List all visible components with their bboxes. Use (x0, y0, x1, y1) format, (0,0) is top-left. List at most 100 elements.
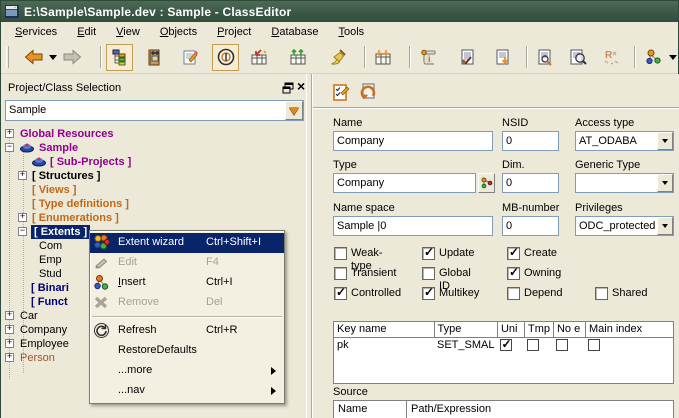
forward-arrow-button[interactable] (59, 44, 86, 71)
class-properties-panel: Name NSID Access type AT_ODABA Type Dim.… (312, 74, 679, 418)
tmp-checkbox[interactable] (527, 339, 539, 351)
project-icon (32, 156, 46, 167)
check-document-button[interactable] (454, 44, 481, 71)
object-balls-dropdown[interactable] (667, 44, 678, 71)
menu-view[interactable]: View (106, 24, 150, 40)
generic-type-combo[interactable] (575, 173, 674, 193)
tree-view-icon (111, 49, 128, 66)
mb-number-field[interactable] (502, 216, 559, 236)
edit-document-icon (182, 49, 199, 66)
menu-item-insert[interactable]: Insert Ctrl+I (90, 273, 284, 293)
type-field[interactable] (333, 173, 476, 193)
menu-project[interactable]: Project (207, 24, 261, 40)
float-panel-icon[interactable] (282, 82, 294, 94)
menu-item-restore-defaults[interactable]: RestoreDefaults (90, 341, 284, 361)
tree-expander[interactable] (5, 129, 14, 138)
class-editor-mode-button[interactable] (212, 44, 239, 71)
menu-item-remove[interactable]: Remove Del (90, 293, 284, 313)
back-arrow-button[interactable] (21, 44, 48, 71)
tree-expander[interactable] (18, 171, 27, 180)
generic-type-label: Generic Type (575, 159, 640, 172)
menu-item-more[interactable]: ...more (90, 361, 284, 381)
edit-document-button[interactable] (178, 44, 205, 71)
menu-tools[interactable]: Tools (328, 24, 374, 40)
nsid-field[interactable] (502, 131, 559, 151)
menu-database[interactable]: Database (261, 24, 328, 40)
main-index-checkbox[interactable] (588, 339, 600, 351)
nsid-label: NSID (502, 117, 528, 130)
preview-document-button[interactable] (564, 44, 591, 71)
load-table-button[interactable] (370, 44, 397, 71)
dictionary-book-button[interactable] (141, 44, 168, 71)
menu-item-nav[interactable]: ...nav (90, 381, 284, 401)
tree-view-button[interactable] (106, 44, 133, 71)
tree-expander[interactable] (5, 339, 14, 348)
rename-refactor-icon: R (602, 49, 620, 66)
project-combo[interactable]: Sample (5, 100, 304, 121)
panel-header: Project/Class Selection × (3, 81, 303, 97)
project-combo-dropdown[interactable] (285, 101, 303, 120)
menu-objects[interactable]: Objects (150, 24, 207, 40)
panel-title: Project/Class Selection (8, 82, 121, 94)
key-table-row[interactable]: pk SET_SMAL (334, 337, 673, 352)
back-history-dropdown[interactable] (48, 44, 59, 71)
revert-button[interactable] (356, 80, 380, 104)
forward-arrow-icon (62, 49, 82, 65)
project-combo-value: Sample (9, 104, 46, 116)
pencil-icon (93, 254, 110, 271)
edit-properties-icon (332, 83, 351, 102)
script-info-icon: i (420, 49, 437, 66)
script-info-button[interactable]: i (415, 44, 442, 71)
search-document-button[interactable] (532, 44, 559, 71)
type-browse-button[interactable] (478, 173, 495, 193)
export-table-button[interactable] (284, 44, 311, 71)
combo-dropdown[interactable] (657, 132, 673, 150)
uni-checkbox[interactable] (500, 339, 512, 351)
menu-edit[interactable]: Edit (67, 24, 106, 40)
menu-item-refresh[interactable]: Refresh Ctrl+R (90, 321, 284, 341)
privileges-combo[interactable]: ODC_protected (575, 216, 674, 236)
class-editor-mode-icon (217, 48, 235, 66)
clean-broom-button[interactable] (325, 44, 352, 71)
menu-item-edit[interactable]: Edit F4 (90, 253, 284, 273)
app-window-icon (5, 5, 19, 18)
rename-refactor-button[interactable]: R (597, 44, 624, 71)
namespace-label: Name space (333, 202, 395, 215)
name-field[interactable] (333, 131, 493, 151)
tree-expander[interactable] (5, 143, 14, 152)
namespace-field[interactable] (333, 216, 493, 236)
export-table-icon (289, 49, 307, 66)
edit-properties-button[interactable] (329, 80, 353, 104)
key-table-header: Key name Type Uni Tmp No e Main index (334, 322, 673, 337)
search-document-icon (536, 49, 553, 66)
project-icon (20, 142, 34, 153)
close-panel-icon[interactable]: × (297, 78, 305, 94)
name-label: Name (333, 117, 362, 130)
import-table-button[interactable] (245, 44, 272, 71)
title-bar[interactable]: E:\Sample\Sample.dev : Sample - ClassEdi… (1, 1, 678, 22)
tree-expander[interactable] (5, 311, 14, 320)
dim-field[interactable] (502, 173, 559, 193)
toolbar-gripper[interactable] (6, 46, 9, 68)
menu-item-extent-wizard[interactable]: Extent wizard Ctrl+Shift+I (90, 233, 284, 253)
tree-expander[interactable] (18, 213, 27, 222)
combo-dropdown[interactable] (657, 174, 673, 192)
save-document-button[interactable] (489, 44, 516, 71)
main-toolbar: i (1, 41, 678, 74)
svg-text:R: R (605, 50, 613, 61)
object-balls-button[interactable] (640, 44, 667, 71)
tree-expander[interactable] (5, 353, 14, 362)
save-document-icon (494, 49, 511, 66)
dropdown-caret-icon (662, 224, 668, 228)
tree-expander[interactable] (5, 325, 14, 334)
tree-expander[interactable] (18, 227, 27, 236)
no-e-checkbox[interactable] (556, 339, 568, 351)
dropdown-caret-icon (662, 181, 668, 185)
menu-services[interactable]: Services (5, 24, 67, 40)
clean-broom-icon (330, 49, 347, 66)
combo-dropdown[interactable] (657, 217, 673, 235)
source-table: Name Path/Expression (333, 400, 674, 418)
access-type-combo[interactable]: AT_ODABA (575, 131, 674, 151)
submenu-arrow-icon (271, 367, 276, 375)
dropdown-caret-icon (49, 55, 57, 60)
